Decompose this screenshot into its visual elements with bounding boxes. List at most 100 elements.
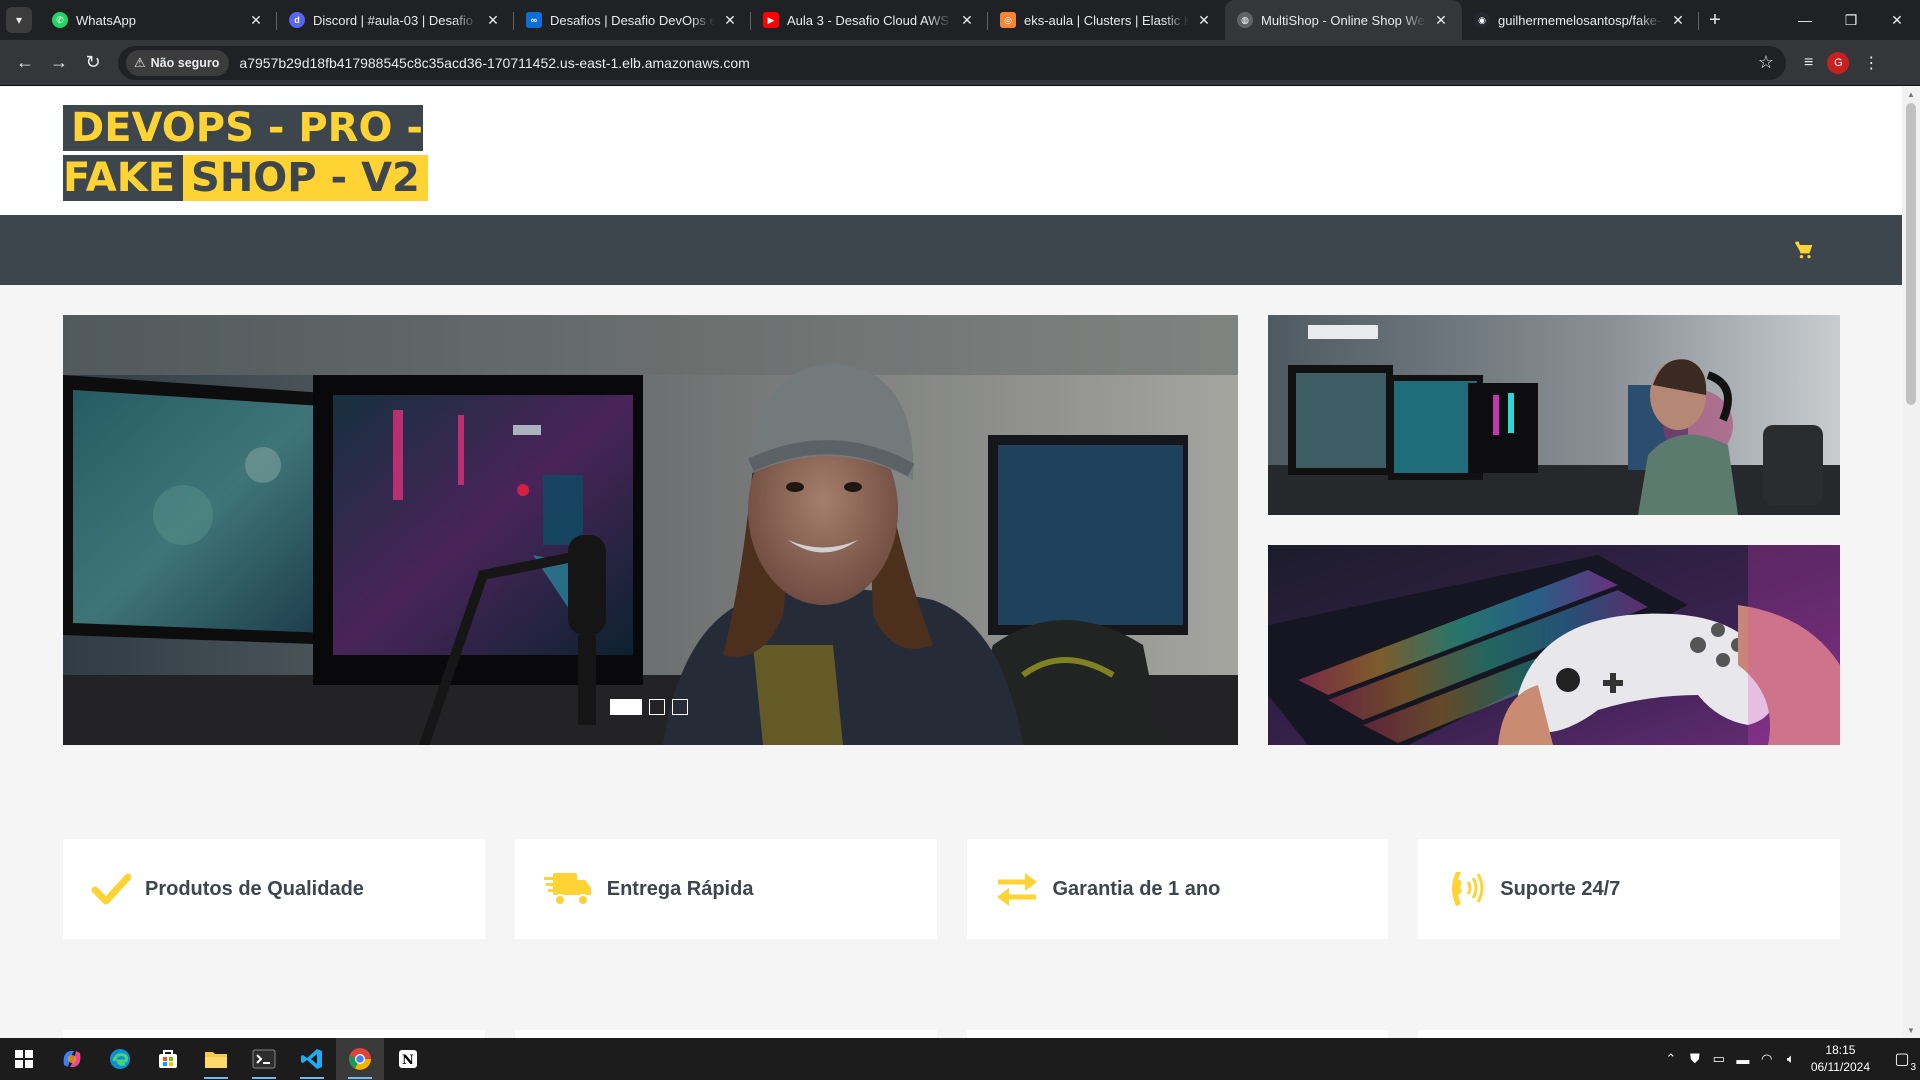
notification-count: 3 xyxy=(1910,1062,1916,1073)
feature-shipping: Entrega Rápida xyxy=(514,839,937,939)
tab-title: WhatsApp xyxy=(76,12,136,28)
controller-keyboard-image xyxy=(1268,545,1840,745)
restore-icon[interactable]: ❐ xyxy=(1828,0,1874,40)
chrome-icon[interactable] xyxy=(336,1038,384,1080)
web-page: DEVOPS - PRO -FAKE SHOP - V2 Produtos de… xyxy=(0,87,1902,1038)
scrollbar-thumb[interactable] xyxy=(1906,103,1916,405)
tab-title: MultiShop - Online Shop Website xyxy=(1261,12,1426,28)
tab-discord[interactable]: d Discord | #aula-03 | Desafio DevOps ✕ xyxy=(277,0,514,40)
close-tab-icon[interactable]: ✕ xyxy=(1669,12,1687,29)
hero-gamer-image xyxy=(63,315,1238,745)
feature-label: Garantia de 1 ano xyxy=(1052,877,1221,900)
carousel-dot-3[interactable] xyxy=(672,699,688,715)
card-placeholder xyxy=(514,1030,937,1038)
carousel-dot-2[interactable] xyxy=(649,699,665,715)
bookmark-star-icon[interactable]: ☆ xyxy=(1758,52,1774,73)
notion-icon[interactable]: N xyxy=(384,1038,432,1080)
close-tab-icon[interactable]: ✕ xyxy=(721,12,739,29)
minimize-icon[interactable]: — xyxy=(1782,0,1828,40)
close-tab-icon[interactable]: ✕ xyxy=(484,12,502,29)
wifi-icon[interactable]: ◠ xyxy=(1755,1051,1779,1067)
tab-desafios[interactable]: ∞ Desafios | Desafio DevOps e Cloud ✕ xyxy=(514,0,751,40)
forward-icon[interactable]: → xyxy=(42,46,76,80)
security-shield-icon[interactable]: ⛊ xyxy=(1683,1051,1707,1067)
window-controls: — ❐ ✕ xyxy=(1782,0,1920,40)
tab-title: eks-aula | Clusters | Elastic Kubernetes xyxy=(1024,12,1189,28)
microsoft-store-icon[interactable] xyxy=(144,1038,192,1080)
close-tab-icon[interactable]: ✕ xyxy=(958,12,976,29)
tab-title: Discord | #aula-03 | Desafio DevOps xyxy=(313,12,478,28)
site-logo[interactable]: DEVOPS - PRO -FAKE SHOP - V2 xyxy=(63,103,603,203)
security-label: Não seguro xyxy=(150,55,220,70)
media-controls-icon[interactable]: ≡ xyxy=(1804,54,1813,72)
tab-eks[interactable]: ◎ eks-aula | Clusters | Elastic Kubernet… xyxy=(988,0,1225,40)
site-header: DEVOPS - PRO -FAKE SHOP - V2 xyxy=(0,87,1902,215)
copilot-icon[interactable] xyxy=(48,1038,96,1080)
logo-part-2: SHOP - V2 xyxy=(183,155,428,201)
offer-banner-2[interactable] xyxy=(1268,545,1840,745)
tab-github[interactable]: ◉ guilhermemelosantosp/fake-shop ✕ xyxy=(1462,0,1699,40)
tab-youtube[interactable]: ▶ Aula 3 - Desafio Cloud AWS | DevOps ✕ xyxy=(751,0,988,40)
carousel-dot-1[interactable] xyxy=(610,699,642,715)
card-placeholder xyxy=(966,1030,1389,1038)
whatsapp-icon: ✆ xyxy=(52,12,68,28)
page-scrollbar[interactable]: ▲ ▼ xyxy=(1902,87,1920,1038)
warning-icon: ⚠ xyxy=(134,54,146,70)
chevron-up-icon[interactable]: ⌃ xyxy=(1659,1051,1683,1067)
tab-search-button[interactable]: ▾ xyxy=(6,7,32,33)
browser-toolbar: ← → ↻ ⚠ Não seguro a7957b29d18fb41798854… xyxy=(0,40,1920,86)
new-tab-button[interactable]: + xyxy=(1699,4,1731,36)
card-placeholder xyxy=(1418,1030,1840,1038)
phone-volume-icon xyxy=(1452,872,1484,906)
discord-icon: d xyxy=(289,12,305,28)
clock[interactable]: 18:15 06/11/2024 xyxy=(1811,1042,1870,1076)
back-icon[interactable]: ← xyxy=(8,46,42,80)
gamer-man-image xyxy=(1268,315,1840,515)
feature-warranty: Garantia de 1 ano xyxy=(966,839,1389,939)
feature-label: Produtos de Qualidade xyxy=(145,877,364,900)
globe-icon: ◍ xyxy=(1237,12,1253,28)
tab-multishop[interactable]: ◍ MultiShop - Online Shop Website ✕ xyxy=(1225,0,1462,40)
tab-title: Aula 3 - Desafio Cloud AWS | DevOps xyxy=(787,12,952,28)
svg-text:N: N xyxy=(402,1053,414,1068)
desafios-icon: ∞ xyxy=(526,12,542,28)
device-icon[interactable]: ▭ xyxy=(1707,1051,1731,1067)
volume-icon[interactable]: 🔈︎ xyxy=(1779,1051,1803,1067)
hero-carousel[interactable] xyxy=(63,315,1238,745)
terminal-icon[interactable] xyxy=(240,1038,288,1080)
close-tab-icon[interactable]: ✕ xyxy=(247,12,265,29)
tab-whatsapp[interactable]: ✆ WhatsApp ✕ xyxy=(40,0,277,40)
check-icon xyxy=(91,873,131,905)
site-info-chip[interactable]: ⚠ Não seguro xyxy=(126,49,230,76)
windows-taskbar: N ⌃ ⛊ ▭ ▬ ◠ 🔈︎ 18:15 06/11/2024 ▢ 3 xyxy=(0,1038,1920,1080)
vscode-icon[interactable] xyxy=(288,1038,336,1080)
reload-icon[interactable]: ↻ xyxy=(76,46,110,80)
aws-icon: ◎ xyxy=(1000,12,1016,28)
menu-kebab-icon[interactable]: ⋮ xyxy=(1863,53,1879,73)
clock-date: 06/11/2024 xyxy=(1810,1060,1870,1074)
profile-avatar[interactable]: G xyxy=(1827,51,1850,74)
url-text[interactable]: a7957b29d18fb417988545c8c35acd36-1707114… xyxy=(239,55,749,71)
youtube-icon: ▶ xyxy=(763,12,779,28)
close-tab-icon[interactable]: ✕ xyxy=(1432,12,1450,29)
feature-label: Suporte 24/7 xyxy=(1500,877,1621,900)
offer-banner-1[interactable] xyxy=(1268,315,1840,515)
scroll-down-icon[interactable]: ▼ xyxy=(1907,1026,1915,1035)
shopping-cart-icon[interactable] xyxy=(1794,240,1814,260)
file-explorer-icon[interactable] xyxy=(192,1038,240,1080)
address-bar[interactable]: ⚠ Não seguro a7957b29d18fb417988545c8c35… xyxy=(118,45,1786,80)
close-tab-icon[interactable]: ✕ xyxy=(1195,12,1213,29)
feature-support: Suporte 24/7 xyxy=(1418,839,1840,939)
shipping-fast-icon xyxy=(543,873,591,906)
close-window-icon[interactable]: ✕ xyxy=(1874,0,1920,40)
site-navbar xyxy=(0,215,1902,285)
feature-label: Entrega Rápida xyxy=(606,877,754,900)
scroll-up-icon[interactable]: ▲ xyxy=(1907,90,1915,99)
feature-quality: Produtos de Qualidade xyxy=(63,839,485,939)
next-section-cards xyxy=(63,1030,1840,1038)
notification-icon[interactable]: ▢ 3 xyxy=(1884,1038,1920,1080)
edge-icon[interactable] xyxy=(96,1038,144,1080)
browser-tab-strip: ▾ ✆ WhatsApp ✕ d Discord | #aula-03 | De… xyxy=(0,0,1920,40)
battery-icon[interactable]: ▬ xyxy=(1731,1052,1755,1067)
start-windows-icon[interactable] xyxy=(0,1038,48,1080)
